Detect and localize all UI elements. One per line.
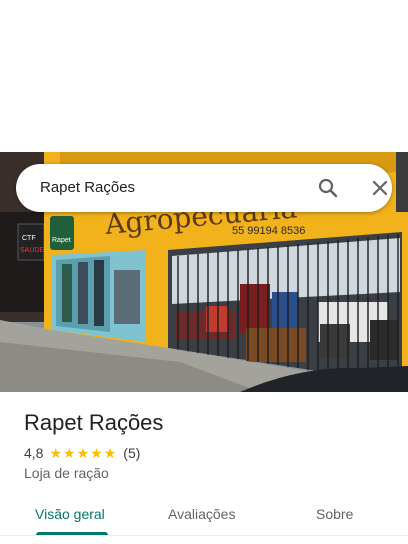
rating-row[interactable]: 4,8 ★ ★ ★ ★ ★ (5) — [24, 444, 140, 462]
place-title: Rapet Rações — [24, 410, 164, 435]
neighbor-sign-top: CTF — [22, 235, 36, 242]
tab-overview[interactable]: Visão geral — [35, 505, 105, 523]
search-icon[interactable] — [316, 176, 340, 200]
star-rating: ★ ★ ★ ★ ★ — [49, 446, 117, 460]
review-count[interactable]: (5) — [123, 445, 140, 461]
star-icon: ★ — [90, 445, 103, 461]
store-phone: 55 99194 8536 — [232, 225, 305, 237]
tab-about[interactable]: Sobre — [316, 505, 353, 523]
star-icon: ★ — [49, 445, 63, 461]
place-category[interactable]: Loja de ração — [24, 465, 109, 481]
tab-reviews[interactable]: Avaliações — [168, 505, 235, 523]
search-input[interactable]: Rapet Rações — [40, 164, 135, 212]
star-icon: ★ — [76, 445, 90, 461]
close-icon[interactable] — [368, 176, 392, 200]
search-bar[interactable]: Rapet Rações — [16, 164, 392, 212]
star-icon: ★ — [103, 445, 117, 461]
neighbor-sign-bottom: SAÚDE — [20, 245, 44, 254]
rating-value: 4,8 — [24, 445, 44, 461]
tabs-divider — [0, 535, 408, 536]
sign-logo: Rapet — [52, 237, 71, 244]
star-icon: ★ — [63, 445, 76, 461]
